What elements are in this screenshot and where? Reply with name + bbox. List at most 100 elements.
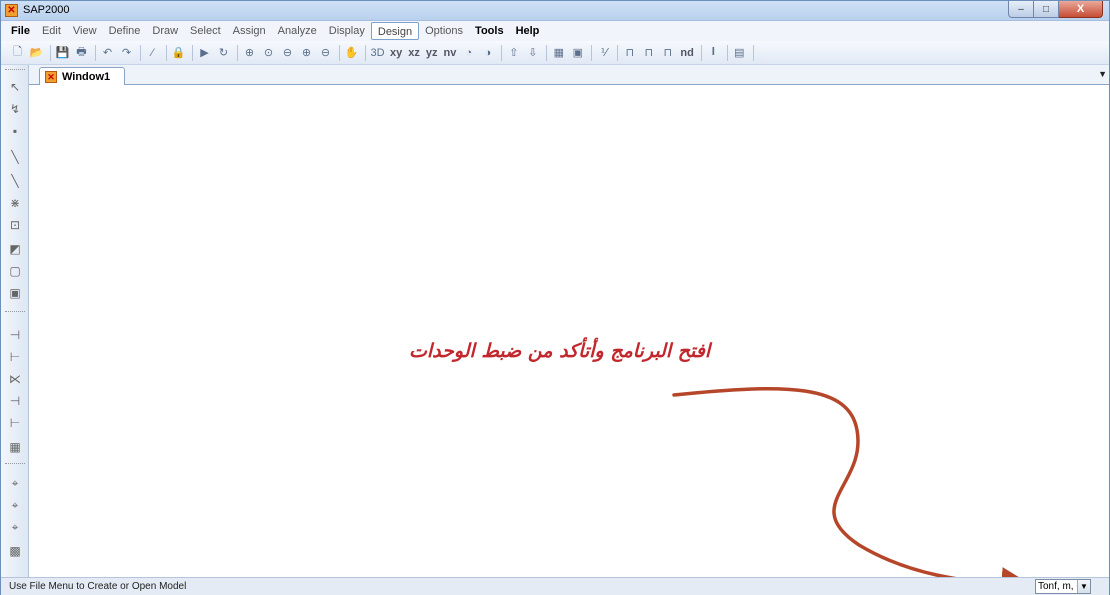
menu-help[interactable]: Help (510, 22, 546, 40)
i-section-icon[interactable]: 𝐈 (705, 44, 722, 61)
view-nd-button[interactable]: nd (678, 44, 695, 61)
sap2000-app-icon[interactable]: ✕ (5, 4, 18, 17)
view-xy-button[interactable]: xy (388, 44, 404, 61)
minimize-button[interactable]: – (1008, 1, 1034, 18)
select-previous-icon[interactable]: ⌖ (7, 497, 23, 513)
status-message: Use File Menu to Create or Open Model (9, 581, 187, 592)
pan-icon[interactable]: ✋ (343, 44, 360, 61)
draw-joint-icon[interactable]: ▪ (7, 123, 23, 139)
window-controls: – □ X (1008, 1, 1103, 19)
clear-selection-icon[interactable]: ⌖ (7, 519, 23, 535)
sap2000-window-icon: ✕ (45, 71, 57, 83)
draw-frame-icon[interactable]: ╲ (7, 149, 23, 165)
sap2000-window: ✕ SAP2000 – □ X File Edit View Define Dr… (0, 0, 1110, 595)
toolbar-separator (591, 44, 593, 61)
display-graph-icon[interactable]: ▣ (569, 44, 586, 61)
display-table-icon[interactable]: ▤ (731, 44, 748, 61)
view-xz-button[interactable]: xz (406, 44, 422, 61)
new-model-icon[interactable]: 🗋 (9, 44, 26, 61)
frame-shape-icon[interactable]: ⊓ (621, 44, 638, 61)
toolbar-separator (339, 44, 340, 61)
open-icon[interactable]: 📂 (28, 44, 45, 61)
assign-restraint-icon[interactable]: ⅟ (595, 44, 612, 61)
select-all-icon[interactable]: ⌖ (7, 475, 23, 491)
zoom-in-step-icon[interactable]: ⊕ (298, 44, 315, 61)
redo-icon[interactable]: ↷ (118, 44, 135, 61)
toolbar-separator (752, 44, 754, 61)
window-title: SAP2000 (23, 4, 70, 16)
zoom-out-step-icon[interactable]: ⊖ (317, 44, 334, 61)
view-yz-button[interactable]: yz (424, 44, 440, 61)
menu-draw[interactable]: Draw (146, 22, 184, 40)
menu-design[interactable]: Design (370, 22, 420, 40)
toolbar-separator (617, 44, 619, 61)
toolbar-grip[interactable] (5, 69, 25, 71)
view-nv-button[interactable]: nv (442, 44, 459, 61)
chevron-down-icon[interactable]: ▼ (1077, 580, 1090, 593)
frame-release-icon[interactable]: ⊓ (659, 44, 676, 61)
tab-list-dropdown-icon[interactable]: ▼ (1098, 69, 1107, 79)
tab-label: Window1 (62, 71, 111, 83)
draw-tendon-icon[interactable]: ⊢ (7, 415, 23, 431)
toolbar-grip[interactable] (5, 311, 25, 313)
menu-analyze[interactable]: Analyze (272, 22, 323, 40)
perspective-toggle-icon[interactable]: ◔ (460, 44, 477, 61)
menu-define[interactable]: Define (103, 22, 147, 40)
frame-section-icon[interactable]: ⊓ (640, 44, 657, 61)
draw-solid-icon[interactable]: ⊣ (7, 327, 23, 343)
quick-draw-braces-icon[interactable]: ⋇ (7, 195, 23, 211)
menu-assign[interactable]: Assign (227, 22, 272, 40)
units-dropdown[interactable]: Tonf, m, C ▼ (1035, 579, 1091, 594)
toolbar-separator (700, 44, 702, 61)
close-button[interactable]: X (1059, 1, 1103, 18)
draw-hinge-icon[interactable]: ⊣ (7, 393, 23, 409)
zoom-previous-icon[interactable]: ⊖ (279, 44, 296, 61)
side-toolbar: ↖ ↯ ▪ ╲ ╲ ⋇ ⊡ ◩ ▢ ▣ ⊣ ⊢ ⋉ ⊣ ⊢ ▦ ⌖ ⌖ ⌖ ▩ (1, 65, 29, 577)
menu-tools[interactable]: Tools (469, 22, 510, 40)
rubber-band-zoom-icon[interactable]: ↻ (215, 44, 232, 61)
set-view-icon[interactable]: ◑ (479, 44, 496, 61)
snap-options-icon[interactable]: ▦ (7, 439, 23, 455)
menu-view[interactable]: View (67, 22, 103, 40)
draw-poly-area-icon[interactable]: ◩ (7, 241, 23, 257)
draw-link-icon[interactable]: ⊢ (7, 349, 23, 365)
menu-edit[interactable]: Edit (36, 22, 67, 40)
status-bar: Use File Menu to Create or Open Model To… (1, 577, 1109, 595)
menu-bar: File Edit View Define Draw Select Assign… (1, 21, 1109, 41)
refresh-window-icon[interactable]: ⁄ (144, 44, 161, 61)
select-grid-icon[interactable]: ▩ (7, 543, 23, 559)
draw-section-cut-icon[interactable]: ⊡ (7, 217, 23, 233)
move-up-list-icon[interactable]: ⇧ (505, 44, 522, 61)
pointer-icon[interactable]: ↖ (7, 79, 23, 95)
menu-file[interactable]: File (5, 22, 36, 40)
restore-full-view-icon[interactable]: ⊙ (260, 44, 277, 61)
tab-strip: ✕ Window1 ▼ (29, 65, 1109, 86)
print-graphics-icon[interactable]: 🖶 (73, 44, 90, 61)
model-canvas[interactable]: افتح البرنامج وأتأكد من ضبط الوحدات (29, 85, 1109, 577)
quick-draw-area-icon[interactable]: ▣ (7, 285, 23, 301)
maximize-button[interactable]: □ (1034, 1, 1059, 18)
tab-window1[interactable]: ✕ Window1 (39, 67, 125, 86)
menu-display[interactable]: Display (323, 22, 371, 40)
menu-options[interactable]: Options (419, 22, 469, 40)
lock-model-icon[interactable]: 🔒 (170, 44, 187, 61)
quick-draw-frame-icon[interactable]: ╲ (7, 173, 23, 189)
toolbar-grip[interactable] (5, 463, 25, 465)
move-down-list-icon[interactable]: ⇩ (524, 44, 541, 61)
toolbar-separator (95, 44, 96, 61)
annotation-arrow (672, 386, 1036, 577)
zoom-in-icon[interactable]: ⊕ (241, 44, 258, 61)
toolbar-separator (50, 44, 51, 61)
save-icon[interactable]: 💾 (54, 44, 71, 61)
toolbar-separator (237, 44, 238, 61)
toolbar-separator (546, 44, 548, 61)
reshaper-icon[interactable]: ↯ (7, 101, 23, 117)
run-analysis-icon[interactable]: ▶ (196, 44, 213, 61)
annotation-note: افتح البرنامج وأتأكد من ضبط الوحدات (409, 340, 711, 362)
3d-view-icon[interactable]: 3D (369, 44, 386, 61)
set-display-options-icon[interactable]: ▦ (550, 44, 567, 61)
draw-diaphragm-icon[interactable]: ⋉ (7, 371, 23, 387)
menu-select[interactable]: Select (184, 22, 227, 40)
undo-icon[interactable]: ↶ (99, 44, 116, 61)
draw-rect-area-icon[interactable]: ▢ (7, 263, 23, 279)
